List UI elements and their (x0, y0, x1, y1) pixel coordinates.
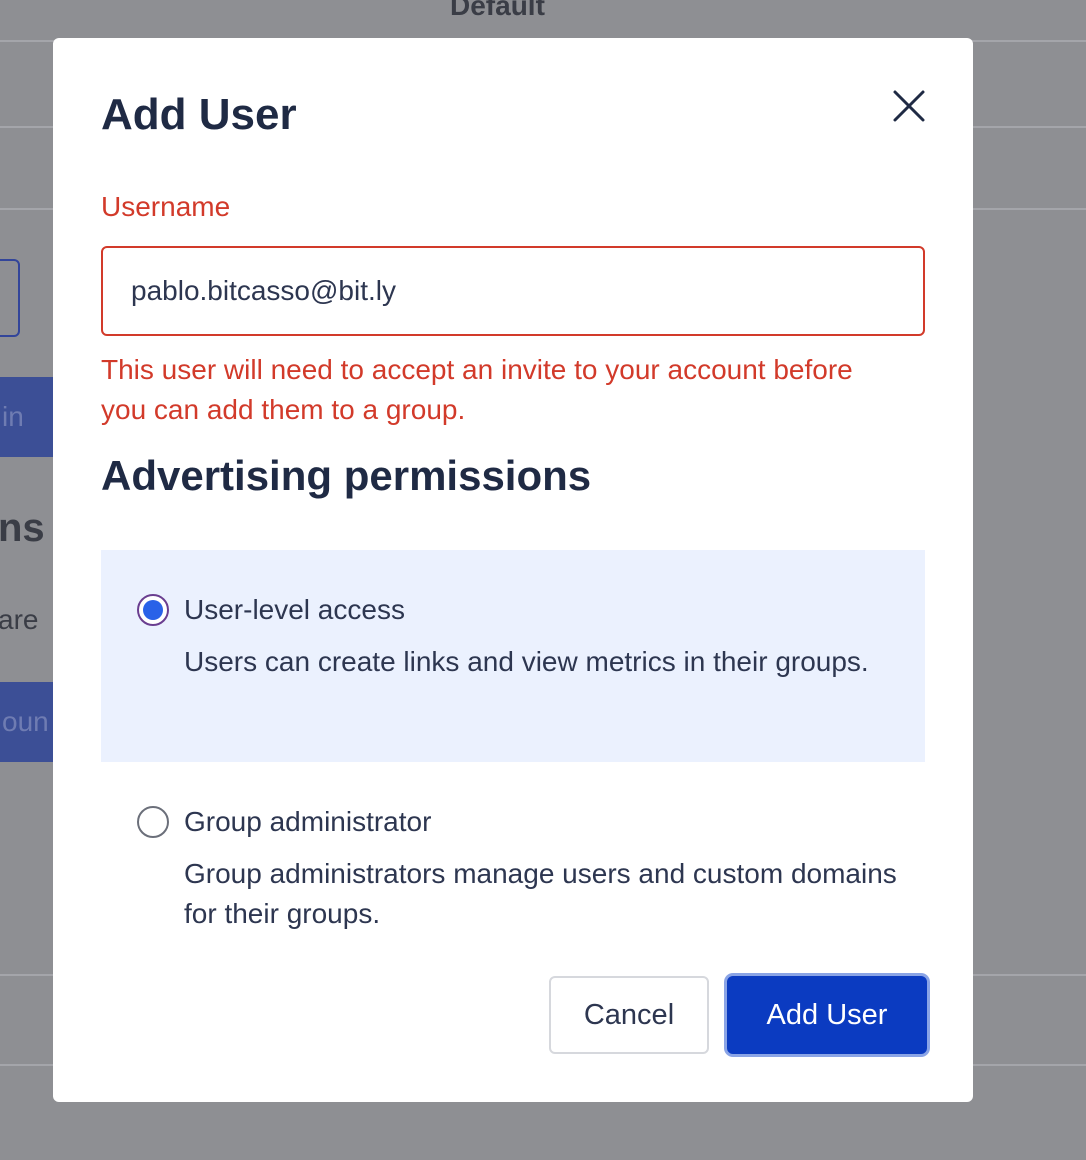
bg-heading-fragment: ns (0, 506, 45, 550)
close-button[interactable] (887, 84, 931, 128)
bg-button: in (0, 377, 53, 457)
permission-option-user-level[interactable]: User-level access Users can create links… (101, 550, 925, 762)
permission-option-group-admin[interactable]: Group administrator Group administrators… (101, 774, 925, 974)
username-error-message: This user will need to accept an invite … (101, 354, 853, 425)
add-user-modal: Add User Username This user will need to… (53, 38, 973, 1102)
bg-button: oun (0, 682, 53, 762)
permissions-section-title: Advertising permissions (101, 452, 592, 499)
bg-column-header: Default (450, 0, 545, 21)
modal-title: Add User (101, 90, 297, 139)
add-user-button[interactable]: Add User (727, 976, 927, 1054)
option-description: Group administrators manage users and cu… (184, 858, 897, 929)
bg-text-fragment: are (0, 604, 39, 635)
close-icon (893, 90, 925, 122)
radio-button-selected[interactable] (137, 594, 169, 626)
radio-button-unselected[interactable] (137, 806, 169, 838)
bg-outline-button (0, 259, 20, 337)
option-description: Users can create links and view metrics … (184, 646, 869, 677)
username-label: Username (101, 191, 231, 222)
username-input[interactable] (101, 246, 925, 336)
cancel-button[interactable]: Cancel (549, 976, 709, 1054)
option-label: Group administrator (184, 806, 432, 837)
option-label: User-level access (184, 594, 405, 625)
